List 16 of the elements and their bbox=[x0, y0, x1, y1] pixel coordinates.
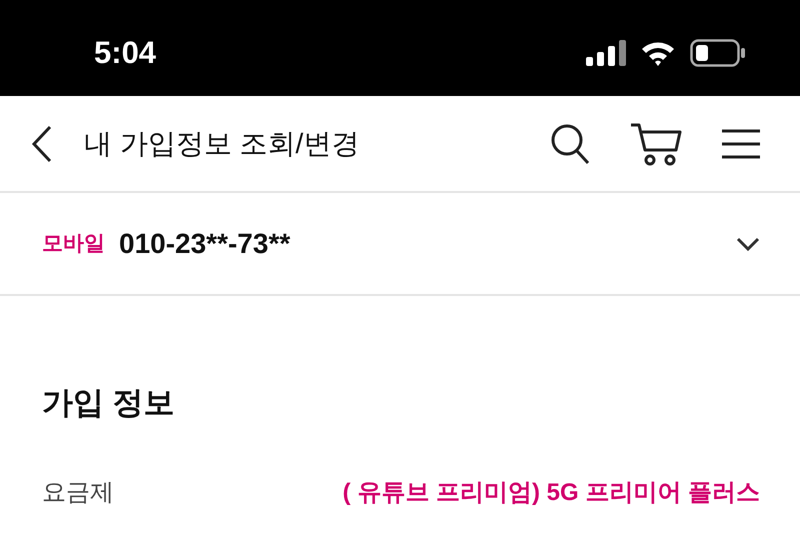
wifi-icon bbox=[640, 40, 676, 66]
section-title: 가입 정보 bbox=[42, 384, 176, 422]
page-title: 내 가입정보 조회/변경 bbox=[84, 126, 360, 160]
cart-icon[interactable] bbox=[630, 122, 682, 166]
field-label: 요금제 bbox=[42, 478, 114, 508]
line-selector[interactable]: 모바일 010-23**-73** bbox=[0, 193, 800, 296]
chevron-down-icon bbox=[736, 236, 760, 250]
battery-icon bbox=[690, 39, 746, 67]
menu-icon[interactable] bbox=[722, 128, 760, 158]
back-icon[interactable] bbox=[30, 124, 54, 164]
line-type-label: 모바일 bbox=[42, 230, 105, 257]
status-time: 5:04 bbox=[94, 34, 156, 72]
field-value: ( 유튜브 프리미엄) 5G 프리미어 플러스 bbox=[342, 478, 760, 508]
phone-number: 010-23**-73** bbox=[119, 226, 290, 260]
signal-icon bbox=[586, 40, 626, 66]
search-icon[interactable] bbox=[550, 122, 590, 164]
